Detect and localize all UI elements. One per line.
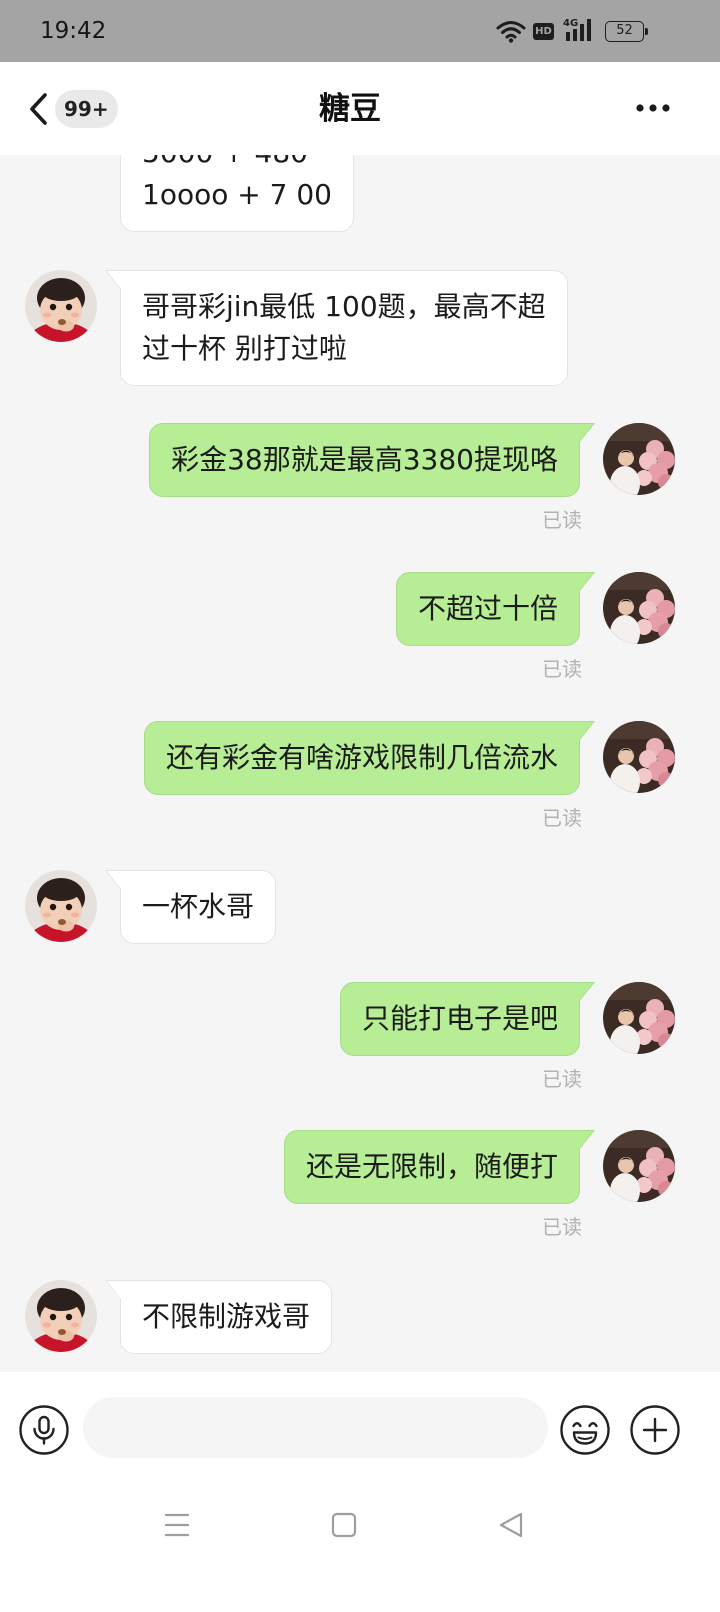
back-button[interactable] [26, 91, 52, 127]
message-text: 过十杯 别打过啦 [142, 332, 347, 365]
signal-icon: 4G [563, 17, 599, 43]
emoji-button[interactable] [560, 1405, 610, 1455]
battery-level: 52 [605, 21, 644, 42]
read-receipt: 已读 [542, 806, 582, 830]
message-bubble[interactable]: 还有彩金有啥游戏限制几倍流水 [143, 721, 596, 795]
message-bubble[interactable]: 不限制游戏哥 [104, 1280, 333, 1354]
message-text: 不限制游戏哥 [142, 1300, 311, 1333]
message-bubble[interactable]: 不超过十倍 [395, 572, 596, 646]
read-receipt: 已读 [542, 1215, 582, 1239]
back-triangle-icon[interactable] [498, 1512, 524, 1538]
attach-button[interactable] [630, 1405, 680, 1455]
message-bubble[interactable]: 只能打电子是吧 [339, 982, 596, 1056]
message-sent: 还有彩金有啥游戏限制几倍流水 已读 [0, 721, 720, 835]
menu-icon[interactable] [164, 1512, 190, 1538]
message-text: 哥哥彩jin最低 100题，最高不超 [142, 290, 546, 323]
message-text: 彩金38那就是最高3380提现咯 [171, 443, 558, 476]
message-received: 不限制游戏哥 [0, 1280, 720, 1372]
chevron-left-icon [30, 93, 47, 125]
more-button[interactable] [634, 99, 672, 117]
message-text: 1oooo + 7 00 [142, 178, 332, 211]
message-list[interactable]: 5000 + 480 1oooo + 7 00 哥哥彩jin最低 100题，最高… [0, 155, 720, 1372]
battery-icon: 52 [605, 21, 649, 42]
message-text: 5000 + 480 [142, 155, 332, 174]
message-received: 哥哥彩jin最低 100题，最高不超 过十杯 别打过啦 [0, 270, 720, 386]
message-received: 一杯水哥 [0, 870, 720, 984]
my-avatar[interactable] [603, 721, 675, 793]
more-dots-icon [636, 104, 670, 112]
read-receipt: 已读 [542, 1067, 582, 1091]
message-bubble[interactable]: 一杯水哥 [104, 870, 277, 944]
message-input[interactable] [83, 1397, 548, 1458]
message-text: 只能打电子是吧 [361, 1002, 558, 1035]
read-receipt: 已读 [542, 508, 582, 532]
emoji-icon [560, 1405, 610, 1455]
contact-avatar[interactable] [25, 270, 97, 342]
message-text: 还是无限制，随便打 [305, 1150, 558, 1183]
message-bubble[interactable]: 哥哥彩jin最低 100题，最高不超 过十杯 别打过啦 [105, 270, 568, 386]
hd-icon: HD [533, 23, 554, 40]
message-composer [0, 1372, 720, 1480]
status-bar: 19:42 HD 4G 52 [0, 0, 720, 62]
message-sent: 彩金38那就是最高3380提现咯 已读 [0, 423, 720, 537]
chat-title: 糖豆 [319, 91, 381, 127]
message-text: 不超过十倍 [417, 592, 558, 625]
network-type-label: 4G [563, 18, 578, 29]
home-square-icon[interactable] [331, 1512, 357, 1538]
my-avatar[interactable] [603, 982, 675, 1054]
my-avatar[interactable] [603, 572, 675, 644]
chat-header: 99+ 糖豆 [0, 62, 720, 155]
plus-icon [630, 1405, 680, 1455]
message-text: 一杯水哥 [142, 890, 255, 923]
message-sent: 不超过十倍 已读 [0, 572, 720, 686]
message-sent: 还是无限制，随便打 已读 [0, 1130, 720, 1244]
message-text: 还有彩金有啥游戏限制几倍流水 [165, 741, 558, 774]
wifi-icon [496, 19, 526, 43]
message-sent: 只能打电子是吧 已读 [0, 982, 720, 1096]
microphone-icon [19, 1405, 69, 1455]
message-bubble[interactable]: 彩金38那就是最高3380提现咯 [149, 423, 595, 497]
voice-button[interactable] [19, 1405, 69, 1455]
message-bubble[interactable]: 还是无限制，随便打 [283, 1130, 596, 1204]
read-receipt: 已读 [542, 657, 582, 681]
my-avatar[interactable] [603, 1130, 675, 1202]
status-time: 19:42 [40, 18, 107, 44]
unread-count-badge[interactable]: 99+ [55, 90, 118, 128]
message-received: 5000 + 480 1oooo + 7 00 [0, 155, 720, 232]
system-nav-bar [0, 1480, 720, 1612]
message-bubble[interactable]: 5000 + 480 1oooo + 7 00 [120, 155, 354, 232]
contact-avatar[interactable] [25, 1280, 97, 1352]
my-avatar[interactable] [603, 423, 675, 495]
contact-avatar[interactable] [25, 870, 97, 942]
